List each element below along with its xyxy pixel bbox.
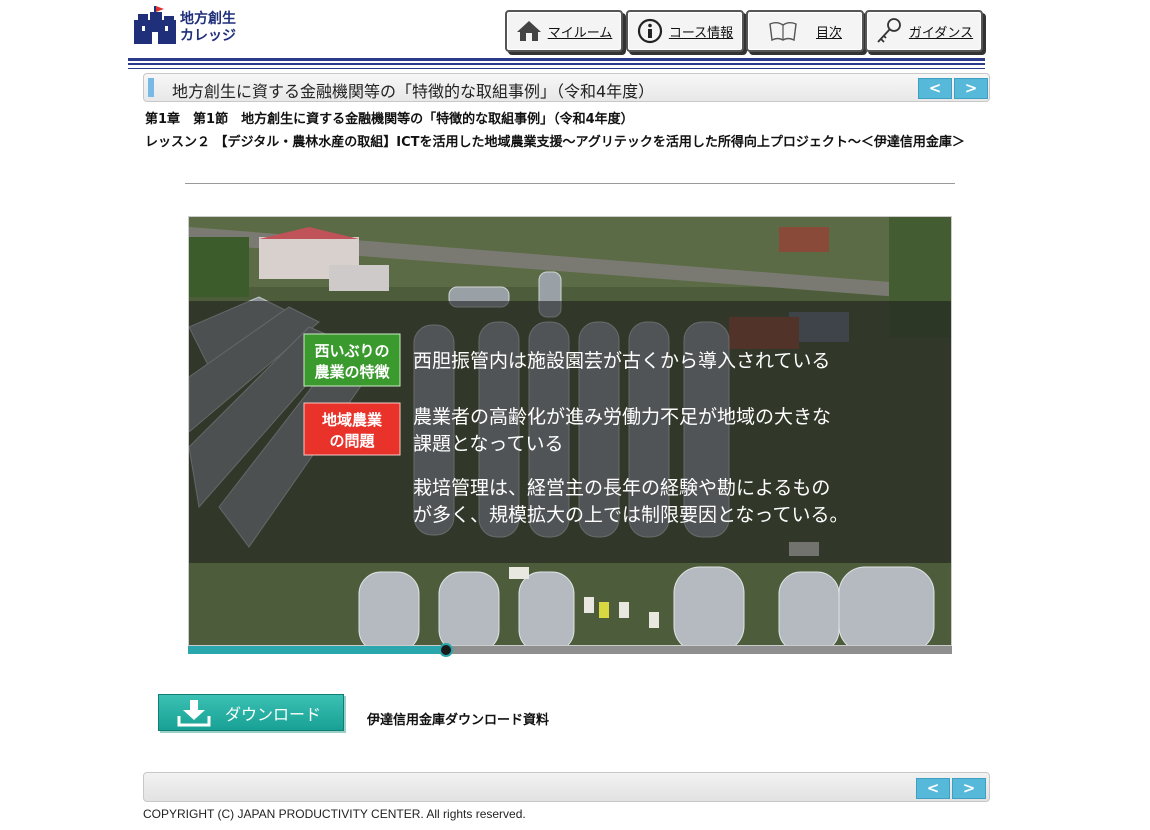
course-title-bar: 地方創生に資する金融機関等の「特徴的な取組事例」（令和4年度） < > <box>143 73 990 102</box>
badge-feature-line2: 農業の特徴 <box>314 363 390 381</box>
divider <box>185 183 955 184</box>
header-rule <box>128 58 985 61</box>
nav-course-info-label: コース情報 <box>668 25 734 41</box>
nav-course-info-button[interactable]: コース情報 <box>626 10 744 52</box>
badge-issue-line1: 地域農業 <box>322 411 383 429</box>
download-button[interactable]: ダウンロード <box>158 694 344 731</box>
logo-line2: カレッジ <box>180 28 236 44</box>
next-page-button[interactable]: > <box>954 78 988 99</box>
video-text-line: 西胆振管内は施設園芸が古くから導入されている <box>413 350 830 372</box>
bottom-nav-bar: < > <box>143 772 990 802</box>
video-text-line: 課題となっている <box>413 433 563 455</box>
header-rule <box>128 63 985 65</box>
video-text-line: 農業者の高齢化が進み労働力不足が地域の大きな <box>413 406 831 428</box>
book-icon <box>769 22 797 42</box>
chapter-heading: 第1章 第1節 地方創生に資する金融機関等の「特徴的な取組事例」（令和4年度） <box>145 112 634 127</box>
lesson-heading: レッスン２ 【デジタル・農林水産の取組】ICTを活用した地域農業支援～アグリテッ… <box>145 135 965 150</box>
logo-line1: 地方創生 <box>180 11 236 27</box>
video-player[interactable]: 西いぶりの 農業の特徴 地域農業 の問題 西胆振管内は施設園芸が古くから導入され… <box>188 216 952 646</box>
badge-issue-line2: の問題 <box>329 432 375 450</box>
key-icon <box>877 18 901 43</box>
download-description: 伊達信用金庫ダウンロード資料 <box>367 713 550 728</box>
nav-myroom-label: マイルーム <box>547 25 613 41</box>
badge-feature-line1: 西いぶりの <box>314 342 389 360</box>
video-text-line: が多く、規模拡大の上では制限要因となっている。 <box>413 504 848 526</box>
logo-text: 地方創生 カレッジ <box>180 11 236 45</box>
video-frame: 西いぶりの 農業の特徴 地域農業 の問題 西胆振管内は施設園芸が古くから導入され… <box>189 217 951 645</box>
next-page-button-bottom[interactable]: > <box>952 778 986 799</box>
nav-myroom-button[interactable]: マイルーム <box>505 10 623 52</box>
course-title: 地方創生に資する金融機関等の「特徴的な取組事例」（令和4年度） <box>172 82 655 101</box>
nav-toc-label: 目次 <box>815 25 842 41</box>
header-rule <box>128 68 985 69</box>
castle-logo-icon <box>134 6 176 44</box>
nav-guidance-label: ガイダンス <box>908 25 974 41</box>
download-button-label: ダウンロード <box>225 704 322 724</box>
copyright-text: COPYRIGHT (C) JAPAN PRODUCTIVITY CENTER.… <box>143 807 526 821</box>
nav-toc-button[interactable]: 目次 <box>746 10 864 52</box>
title-accent <box>148 78 154 97</box>
prev-page-button[interactable]: < <box>918 78 952 99</box>
download-icon <box>177 699 211 726</box>
nav-guidance-button[interactable]: ガイダンス <box>865 10 983 52</box>
prev-page-button-bottom[interactable]: < <box>916 778 950 799</box>
video-text-line: 栽培管理は、経営主の長年の経験や勘によるもの <box>413 477 830 499</box>
info-icon <box>637 18 662 44</box>
video-progress-fill <box>188 646 446 654</box>
home-icon <box>516 21 541 41</box>
video-progress-handle[interactable] <box>439 643 453 657</box>
